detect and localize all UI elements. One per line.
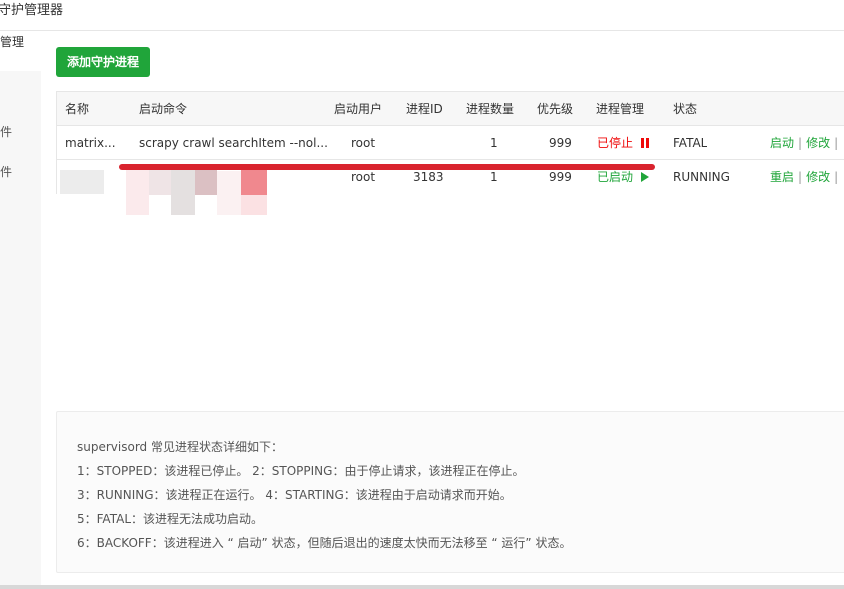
pause-icon [640,127,649,161]
redacted-block [149,167,171,195]
info-line: 3：RUNNING：该进程正在运行。 4：STARTING：该进程由于启动请求而… [77,488,512,502]
info-line: 1：STOPPED：该进程已停止。 2：STOPPING：由于停止请求，该进程正… [77,464,525,478]
row-status: FATAL [673,136,708,150]
header-manage: 进程管理 [596,102,645,116]
divider: | [834,170,839,184]
sidebar-item-label: 件 [0,125,13,139]
row-status: RUNNING [673,170,730,184]
row-actions: 启动 | 修改 | [770,126,844,160]
redacted-block [60,170,104,194]
row-count: 1 [490,136,498,150]
row-manage-toggle[interactable]: 已停止 [597,126,649,160]
edit-link[interactable]: 修改 [806,170,830,184]
redacted-block [171,167,195,215]
row-actions: 重启 | 修改 | [770,160,844,194]
redacted-block [126,167,149,215]
row-command: scrapy crawl searchItem --nol... [139,136,328,150]
window-titlebar: 守护管理器 [0,0,844,31]
start-link[interactable]: 启动 [770,136,794,150]
row-user: root [351,136,376,150]
sidebar: 管理 件 件 [0,31,41,589]
row-name: matrix... [65,136,116,150]
sidebar-item-label: 管理 [0,35,25,49]
sidebar-item-manage[interactable]: 管理 [0,31,41,71]
bottom-edge [0,585,844,589]
header-name: 名称 [65,102,90,116]
header-status: 状态 [673,102,698,116]
table-row: matrix... scrapy crawl searchItem --nol.… [57,126,844,160]
window-title: 守护管理器 [0,3,64,18]
divider: | [798,136,803,150]
divider: | [798,170,803,184]
redacted-block [217,171,241,215]
redacted-block [241,195,267,215]
header-pid: 进程ID [406,102,443,116]
annotation-underline [119,164,655,170]
info-line: supervisord 常见进程状态详细如下： [77,440,283,454]
header-count: 进程数量 [466,102,515,116]
sidebar-item-label: 件 [0,165,13,179]
restart-link[interactable]: 重启 [770,170,794,184]
manage-label: 已停止 [597,136,634,150]
info-line: 5：FATAL：该进程无法成功启动。 [77,512,264,526]
add-daemon-button[interactable]: 添加守护进程 [56,47,150,77]
redacted-block [241,167,267,195]
row-priority: 999 [549,136,572,150]
table-header: 名称 启动命令 启动用户 进程ID 进程数量 优先级 进程管理 状态 [57,92,844,126]
header-command: 启动命令 [139,102,188,116]
edit-link[interactable]: 修改 [806,136,830,150]
status-info-panel: supervisord 常见进程状态详细如下： 1：STOPPED：该进程已停止… [56,411,844,573]
redacted-block [195,167,217,195]
manage-label: 已启动 [597,170,634,184]
divider: | [834,136,839,150]
info-line: 6：BACKOFF：该进程进入 “ 启动” 状态，但随后退出的速度太快而无法移至… [77,536,572,550]
header-user: 启动用户 [334,102,383,116]
header-priority: 优先级 [537,102,574,116]
